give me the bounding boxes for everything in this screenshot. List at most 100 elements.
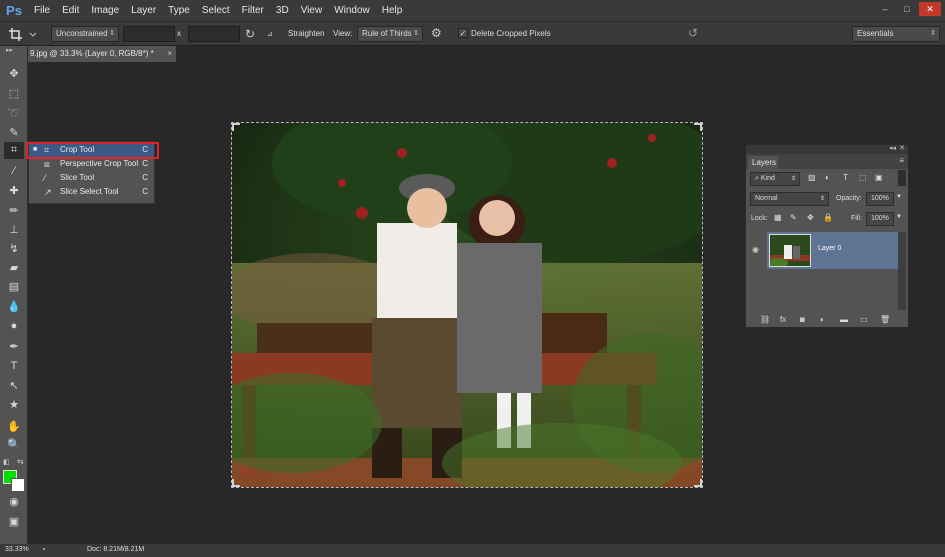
- clone-stamp-tool-icon[interactable]: ⊥: [4, 222, 24, 239]
- menu-image[interactable]: Image: [85, 0, 125, 21]
- menu-layer[interactable]: Layer: [125, 0, 162, 21]
- new-layer-icon[interactable]: ▭: [860, 315, 868, 324]
- ratio-select[interactable]: Unconstrained ⇕: [51, 26, 119, 42]
- filter-toggle[interactable]: [898, 170, 906, 186]
- folder-icon[interactable]: ▬: [840, 315, 848, 324]
- crop-handle-bottom-left[interactable]: [232, 479, 240, 487]
- background-color-swatch[interactable]: [11, 478, 25, 492]
- slice-select-icon: ↗: [44, 187, 52, 197]
- workspace-select[interactable]: Essentials ⇕: [852, 26, 940, 42]
- marquee-tool-icon[interactable]: ⬚: [4, 86, 24, 103]
- width-field[interactable]: [123, 26, 175, 42]
- path-selection-tool-icon[interactable]: ↖: [4, 378, 24, 395]
- fx-icon[interactable]: fx: [780, 315, 786, 324]
- chevron-down-icon[interactable]: ▼: [896, 194, 902, 200]
- crop-handle-top-left[interactable]: [232, 123, 240, 131]
- swap-colors-icon[interactable]: ⇆: [17, 457, 24, 466]
- opacity-field[interactable]: 100%: [866, 192, 894, 206]
- straighten-icon[interactable]: ⊿: [267, 30, 273, 38]
- gradient-tool-icon[interactable]: ▤: [4, 279, 24, 296]
- panel-tab-bar: Layers ≡: [746, 154, 908, 169]
- close-button[interactable]: ✕: [919, 2, 941, 16]
- flyout-item-perspective-crop-tool[interactable]: ⧈ Perspective Crop Tool C: [29, 157, 154, 171]
- lasso-tool-icon[interactable]: ➰: [4, 106, 24, 123]
- collapse-icon[interactable]: ▸▸: [6, 46, 13, 54]
- zoom-tool-icon[interactable]: 🔍: [4, 437, 24, 454]
- filter-adjustment-icon[interactable]: ◐: [825, 173, 830, 182]
- layers-scrollbar[interactable]: [898, 232, 906, 310]
- type-tool-icon[interactable]: T: [4, 358, 24, 375]
- mask-icon[interactable]: ◙: [800, 315, 805, 324]
- blur-tool-icon[interactable]: 💧: [4, 299, 24, 316]
- gear-icon[interactable]: ⚙: [431, 26, 442, 40]
- menu-type[interactable]: Type: [162, 0, 196, 21]
- menu-view[interactable]: View: [295, 0, 329, 21]
- menu-help[interactable]: Help: [376, 0, 409, 21]
- flyout-item-slice-tool[interactable]: ⁄ Slice Tool C: [29, 171, 154, 185]
- dodge-tool-icon[interactable]: ●: [4, 318, 24, 335]
- menu-window[interactable]: Window: [328, 0, 376, 21]
- filter-pixel-icon[interactable]: ▨: [808, 173, 816, 182]
- filter-smart-object-icon[interactable]: ▣: [875, 173, 883, 182]
- document-tab[interactable]: 9.jpg @ 33.3% (Layer 0, RGB/8*) * ×: [28, 46, 176, 62]
- filter-shape-icon[interactable]: ⬚: [859, 173, 867, 182]
- clear-icon[interactable]: ↻: [245, 27, 255, 41]
- adjustment-icon[interactable]: ◐: [820, 315, 825, 324]
- eyedropper-tool-icon[interactable]: ⁄: [4, 163, 24, 180]
- crop-handle-top-right[interactable]: [694, 123, 702, 131]
- straighten-label[interactable]: Straighten: [288, 26, 324, 42]
- lock-transparent-icon[interactable]: ▦: [774, 213, 782, 222]
- link-icon[interactable]: ⛓: [760, 315, 770, 324]
- brush-tool-icon[interactable]: ✏: [4, 203, 24, 220]
- hand-tool-icon[interactable]: ✋: [4, 419, 24, 436]
- crop-tool-icon[interactable]: ⌗: [4, 142, 24, 159]
- lock-all-icon[interactable]: 🔒: [823, 213, 833, 222]
- history-brush-tool-icon[interactable]: ↯: [4, 241, 24, 258]
- healing-brush-tool-icon[interactable]: ✚: [4, 183, 24, 200]
- lock-position-icon[interactable]: ✥: [807, 213, 814, 222]
- eraser-tool-icon[interactable]: ▰: [4, 260, 24, 277]
- reset-icon[interactable]: ↺: [688, 26, 698, 40]
- chevron-down-icon[interactable]: ▼: [896, 214, 902, 220]
- filter-kind-select[interactable]: ⌕ Kind ⇕: [750, 172, 800, 186]
- tool-preset-picker[interactable]: [6, 25, 37, 43]
- view-select[interactable]: Rule of Thirds ⇕: [357, 26, 423, 42]
- tab-layers[interactable]: Layers: [748, 156, 778, 169]
- fill-field[interactable]: 100%: [866, 212, 894, 226]
- menu-3d[interactable]: 3D: [270, 0, 295, 21]
- zoom-level[interactable]: 33.33%: [5, 546, 29, 553]
- restore-button[interactable]: □: [897, 2, 917, 16]
- panel-menu-icon[interactable]: ≡: [899, 156, 904, 165]
- move-tool-icon[interactable]: ✥: [4, 66, 24, 83]
- quick-select-tool-icon[interactable]: ✎: [4, 125, 24, 142]
- document-canvas[interactable]: [231, 122, 703, 488]
- screen-mode-icon[interactable]: ▣: [4, 514, 24, 531]
- menu-edit[interactable]: Edit: [56, 0, 85, 21]
- menu-filter[interactable]: Filter: [236, 0, 270, 21]
- height-field[interactable]: [188, 26, 240, 42]
- delete-cropped-checkbox[interactable]: ✓: [458, 28, 468, 38]
- layer-name[interactable]: Layer 0: [818, 245, 841, 252]
- filter-type-icon[interactable]: T: [843, 173, 848, 182]
- minimize-button[interactable]: –: [875, 2, 895, 16]
- close-icon[interactable]: ✕: [899, 144, 905, 152]
- crop-handle-bottom-right[interactable]: [694, 479, 702, 487]
- default-colors-icon[interactable]: ◧: [3, 458, 10, 466]
- chevron-updown-icon: ⇕: [109, 30, 115, 37]
- flyout-item-slice-select-tool[interactable]: ↗ Slice Select Tool C: [29, 185, 154, 199]
- lock-image-icon[interactable]: ✎: [790, 213, 797, 222]
- document-tab-title: 9.jpg @ 33.3% (Layer 0, RGB/8*) *: [30, 49, 154, 58]
- eye-icon[interactable]: ◉: [752, 245, 759, 254]
- menu-select[interactable]: Select: [196, 0, 236, 21]
- pen-tool-icon[interactable]: ✒: [4, 339, 24, 356]
- quick-mask-icon[interactable]: ◉: [4, 494, 24, 511]
- status-bar: 33.33% ◔ Doc: 8.21M/8.21M: [0, 544, 945, 557]
- menu-file[interactable]: File: [28, 0, 56, 21]
- shape-tool-icon[interactable]: ★: [4, 397, 24, 414]
- close-tab-icon[interactable]: ×: [167, 46, 172, 62]
- layer-row[interactable]: Layer 0: [767, 232, 898, 269]
- trash-icon[interactable]: 🗑: [880, 315, 890, 324]
- status-menu-icon[interactable]: ◔: [41, 545, 46, 554]
- collapse-icon[interactable]: ◂◂: [889, 144, 896, 152]
- blend-mode-select[interactable]: Normal ⇕: [750, 192, 829, 206]
